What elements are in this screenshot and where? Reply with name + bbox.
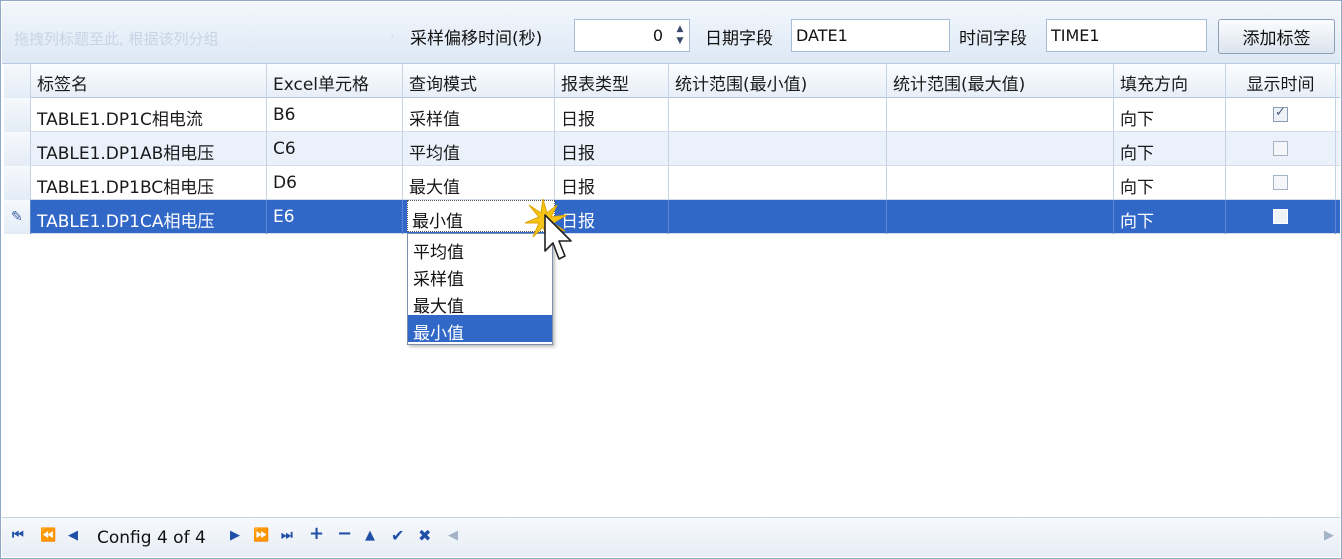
range-max-cell[interactable] bbox=[887, 98, 1114, 132]
report-type-cell[interactable]: 日报 bbox=[555, 132, 669, 166]
query-mode-cell[interactable]: 平均值 bbox=[403, 132, 555, 166]
append-icon[interactable]: + bbox=[309, 523, 324, 544]
dropdown-option[interactable]: 最大值 bbox=[408, 288, 552, 317]
report-type-cell[interactable]: 日报 bbox=[555, 166, 669, 200]
range-max-cell[interactable] bbox=[887, 200, 1114, 234]
row-selector[interactable] bbox=[4, 132, 31, 166]
tag-name-cell[interactable]: TABLE1.DP1CA相电压 bbox=[31, 200, 267, 234]
mouse-cursor-click-icon bbox=[524, 198, 572, 260]
first-page-icon[interactable]: ⏮ bbox=[12, 528, 24, 543]
table-row-selected[interactable]: ✎ TABLE1.DP1CA相电压 E6 日报 向下 bbox=[4, 200, 1340, 234]
table-row[interactable]: TABLE1.DP1BC相电压 D6 最大值 日报 向下 bbox=[4, 166, 1340, 200]
delete-icon[interactable]: − bbox=[337, 523, 352, 544]
scroll-right-arrow-icon[interactable]: ▶ bbox=[1324, 528, 1334, 543]
toolbar: 拖拽列标题至此, 根据该列分组 · 采样偏移时间(秒) ▲▼ 日期字段 时间字段… bbox=[2, 2, 1340, 64]
tag-name-cell[interactable]: TABLE1.DP1BC相电压 bbox=[31, 166, 267, 200]
range-min-cell[interactable] bbox=[669, 132, 887, 166]
excel-cell-cell[interactable]: B6 bbox=[267, 98, 403, 132]
fill-direction-cell[interactable]: 向下 bbox=[1114, 98, 1226, 132]
offset-label: 采样偏移时间(秒) bbox=[410, 29, 543, 49]
col-header-excel-cell[interactable]: Excel单元格 bbox=[267, 64, 403, 98]
range-max-cell[interactable] bbox=[887, 132, 1114, 166]
time-field-input[interactable] bbox=[1046, 19, 1207, 52]
add-tag-button[interactable]: 添加标签 bbox=[1218, 19, 1335, 54]
prev-record-icon[interactable]: ◀ bbox=[68, 528, 78, 543]
dropdown-option-highlighted[interactable]: 最小值 bbox=[408, 315, 552, 344]
col-header-fill-direction[interactable]: 填充方向 bbox=[1114, 64, 1226, 98]
next-page-icon[interactable]: ⏩ bbox=[253, 528, 269, 543]
group-by-hint: 拖拽列标题至此, 根据该列分组 bbox=[14, 30, 219, 48]
grid-header-row: 标签名 Excel单元格 查询模式 报表类型 统计范围(最小值) 统计范围(最大… bbox=[4, 64, 1340, 98]
col-header-tag-name[interactable]: 标签名 bbox=[31, 64, 267, 98]
record-position-text: Config 4 of 4 bbox=[97, 528, 206, 548]
edit-up-icon[interactable]: ▲ bbox=[365, 528, 375, 543]
excel-cell-cell[interactable]: D6 bbox=[267, 166, 403, 200]
scroll-left-arrow-icon[interactable]: ◀ bbox=[448, 528, 458, 543]
fill-direction-cell[interactable]: 向下 bbox=[1114, 166, 1226, 200]
report-type-cell[interactable]: 日报 bbox=[555, 98, 669, 132]
date-field-label: 日期字段 bbox=[705, 29, 773, 49]
fill-direction-cell[interactable]: 向下 bbox=[1114, 132, 1226, 166]
fill-direction-cell[interactable]: 向下 bbox=[1114, 200, 1226, 234]
prev-page-icon[interactable]: ⏪ bbox=[40, 528, 56, 543]
last-page-icon[interactable]: ⏭ bbox=[281, 528, 293, 543]
cancel-edit-x-icon[interactable]: ✖ bbox=[418, 526, 431, 545]
date-field-input[interactable] bbox=[791, 19, 950, 52]
record-navigator: ⏮ ⏪ ◀ Config 4 of 4 ▶ ⏩ ⏭ + − ▲ ✔ ✖ ◀ ▶ bbox=[2, 517, 1340, 557]
pencil-edit-icon: ✎ bbox=[11, 209, 23, 225]
post-edit-check-icon[interactable]: ✔ bbox=[391, 526, 404, 545]
col-header-report-type[interactable]: 报表类型 bbox=[555, 64, 669, 98]
table-row[interactable]: TABLE1.DP1C相电流 B6 采样值 日报 向下 bbox=[4, 98, 1340, 132]
query-mode-cell[interactable]: 采样值 bbox=[403, 98, 555, 132]
show-time-cell bbox=[1226, 166, 1336, 200]
show-time-cell bbox=[1226, 132, 1336, 166]
range-min-cell[interactable] bbox=[669, 98, 887, 132]
row-selector[interactable]: ✎ bbox=[4, 200, 31, 234]
col-header-range-max[interactable]: 统计范围(最大值) bbox=[887, 64, 1114, 98]
row-selector[interactable] bbox=[4, 98, 31, 132]
range-max-cell[interactable] bbox=[887, 166, 1114, 200]
col-header-range-min[interactable]: 统计范围(最小值) bbox=[669, 64, 887, 98]
tag-name-cell[interactable]: TABLE1.DP1C相电流 bbox=[31, 98, 267, 132]
table-row[interactable]: TABLE1.DP1AB相电压 C6 平均值 日报 向下 bbox=[4, 132, 1340, 166]
row-selector[interactable] bbox=[4, 166, 31, 200]
range-min-cell[interactable] bbox=[669, 166, 887, 200]
time-field-label: 时间字段 bbox=[959, 29, 1027, 49]
show-time-checkbox[interactable] bbox=[1273, 141, 1288, 156]
query-mode-cell[interactable]: 最大值 bbox=[403, 166, 555, 200]
group-by-hint-mark: · bbox=[390, 28, 395, 46]
show-time-checkbox[interactable] bbox=[1273, 209, 1288, 224]
tag-name-cell[interactable]: TABLE1.DP1AB相电压 bbox=[31, 132, 267, 166]
spinner-arrows-icon[interactable]: ▲ ▼ bbox=[673, 23, 687, 49]
excel-cell-cell[interactable]: E6 bbox=[267, 200, 403, 234]
range-min-cell[interactable] bbox=[669, 200, 887, 234]
show-time-checkbox[interactable] bbox=[1273, 175, 1288, 190]
col-header-query-mode[interactable]: 查询模式 bbox=[403, 64, 555, 98]
next-record-icon[interactable]: ▶ bbox=[230, 528, 240, 543]
header-row-selector bbox=[4, 64, 31, 98]
show-time-cell bbox=[1226, 200, 1336, 234]
show-time-checkbox[interactable] bbox=[1273, 105, 1288, 122]
excel-cell-cell[interactable]: C6 bbox=[267, 132, 403, 166]
col-header-show-time[interactable]: 显示时间 bbox=[1226, 64, 1336, 98]
grid-panel: 拖拽列标题至此, 根据该列分组 · 采样偏移时间(秒) ▲▼ 日期字段 时间字段… bbox=[0, 0, 1342, 559]
show-time-cell bbox=[1226, 98, 1336, 132]
